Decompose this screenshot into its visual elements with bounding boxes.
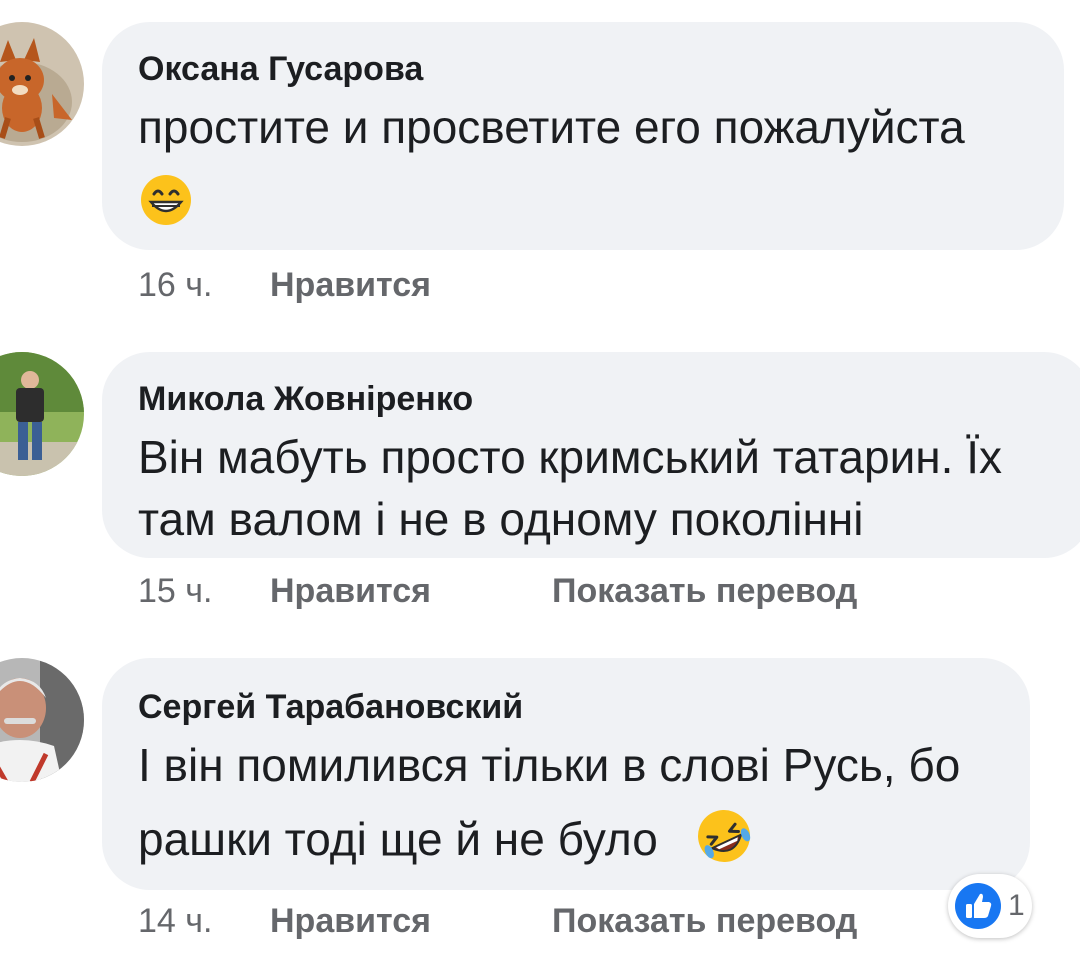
comment-text-line: там валом і не в одному поколінні — [138, 493, 864, 545]
comment-timestamp[interactable]: 14 ч. — [138, 902, 212, 941]
show-translation-button[interactable]: Показать перевод — [552, 902, 857, 941]
grinning-face-emoji-icon — [140, 174, 192, 226]
rofl-emoji-icon — [696, 808, 752, 864]
comment-text-line: простите и просветите его пожалуйста — [138, 101, 965, 153]
reaction-count: 1 — [1008, 889, 1025, 922]
reaction-summary[interactable]: 1 — [948, 874, 1032, 938]
comment-timestamp[interactable]: 16 ч. — [138, 266, 212, 305]
comment-author[interactable]: Оксана Гусарова — [138, 50, 423, 89]
comment-text-line: рашки тоді ще й не було — [138, 813, 658, 865]
comment-text: Він мабуть просто кримський татарин. Їх … — [138, 426, 1068, 550]
like-button[interactable]: Нравится — [270, 266, 431, 305]
thumbs-up-icon — [954, 882, 1002, 930]
comment-text-line: Він мабуть просто кримський татарин. Їх — [138, 431, 1003, 483]
like-button[interactable]: Нравится — [270, 902, 431, 941]
avatar-sergey[interactable] — [0, 658, 84, 782]
comment-author[interactable]: Сергей Тарабановский — [138, 688, 523, 727]
comment-text: І він помилився тільки в слові Русь, бо … — [138, 734, 1018, 870]
comment-text: простите и просветите его пожалуйста — [138, 96, 1048, 158]
comment-timestamp[interactable]: 15 ч. — [138, 572, 212, 611]
show-translation-button[interactable]: Показать перевод — [552, 572, 857, 611]
comment-text-line: І він помилився тільки в слові Русь, бо — [138, 739, 961, 791]
like-button[interactable]: Нравится — [270, 572, 431, 611]
comment-author[interactable]: Микола Жовніренко — [138, 380, 473, 419]
avatar-mykola[interactable] — [0, 352, 84, 476]
avatar-oksana[interactable] — [0, 22, 84, 146]
